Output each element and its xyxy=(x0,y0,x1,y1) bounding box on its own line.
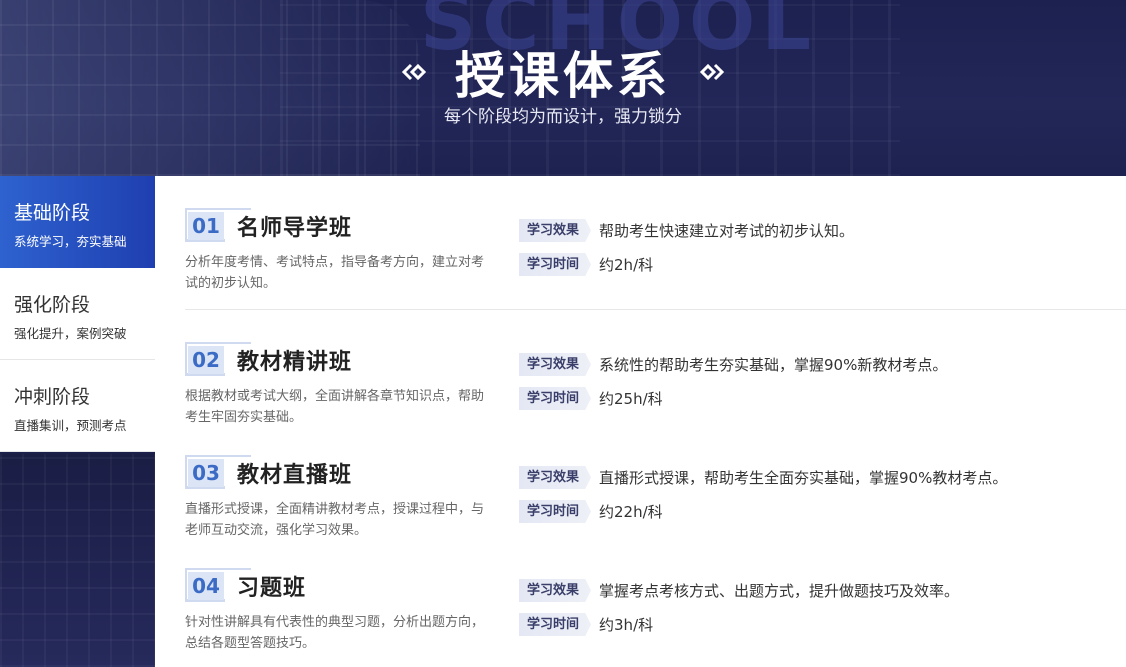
effect-row: 学习效果 直播形式授课，帮助考生全面夯实基础，掌握90%教材考点。 xyxy=(519,466,1007,489)
course-panel: 01 名师导学班 分析年度考情、考试特点，指导备考方向，建立对考试的初步认知。 … xyxy=(155,176,1126,667)
effect-row: 学习效果 帮助考生快速建立对考试的初步认知。 xyxy=(519,219,854,242)
effect-text: 系统性的帮助考生夯实基础，掌握90%新教材考点。 xyxy=(599,356,948,374)
time-text: 约2h/科 xyxy=(599,256,654,274)
time-text: 约3h/科 xyxy=(599,616,654,634)
tab-label: 强化阶段 xyxy=(14,294,91,316)
course-description: 针对性讲解具有代表性的典型习题，分析出题方向，总结各题型答题技巧。 xyxy=(185,615,485,651)
effect-text: 帮助考生快速建立对考试的初步认知。 xyxy=(599,222,855,240)
tab-basic-stage[interactable]: 基础阶段 系统学习，夯实基础 xyxy=(0,176,155,268)
effect-tag: 学习效果 xyxy=(519,219,592,242)
left-diamond-icon xyxy=(401,62,427,82)
course-description: 直播形式授课，全面精讲教材考点，授课过程中，与老师互动交流，强化学习效果。 xyxy=(185,502,485,538)
header-banner: SCHOOL 授课体系 每个阶段均为而设计，强力锁分 xyxy=(0,0,1126,176)
time-text: 约22h/科 xyxy=(599,503,663,521)
time-tag: 学习时间 xyxy=(519,387,592,410)
tab-label: 基础阶段 xyxy=(14,202,91,224)
course-name: 教材直播班 xyxy=(237,463,353,488)
effect-tag: 学习效果 xyxy=(519,353,592,376)
course-number: 03 xyxy=(188,459,224,487)
course-description: 分析年度考情、考试特点，指导备考方向，建立对考试的初步认知。 xyxy=(185,255,485,291)
right-diamond-icon xyxy=(699,62,725,82)
time-text: 约25h/科 xyxy=(599,390,663,408)
course-description: 根据教材或考试大纲，全面讲解各章节知识点，帮助考生牢固夯实基础。 xyxy=(185,389,485,425)
time-row: 学习时间 约25h/科 xyxy=(519,387,663,410)
tab-sublabel: 强化提升，案例突破 xyxy=(14,326,127,341)
course-name: 教材精讲班 xyxy=(237,350,353,375)
course-number: 02 xyxy=(188,346,224,374)
time-tag: 学习时间 xyxy=(519,500,592,523)
time-tag: 学习时间 xyxy=(519,613,592,636)
tab-label: 冲刺阶段 xyxy=(14,386,91,408)
tab-intensive-stage[interactable]: 强化阶段 强化提升，案例突破 xyxy=(0,268,155,360)
time-tag: 学习时间 xyxy=(519,253,592,276)
time-row: 学习时间 约22h/科 xyxy=(519,500,663,523)
effect-row: 学习效果 掌握考点考核方式、出题方式，提升做题技巧及效率。 xyxy=(519,579,959,602)
time-row: 学习时间 约3h/科 xyxy=(519,613,653,636)
course-name: 名师导学班 xyxy=(237,216,353,241)
effect-text: 掌握考点考核方式、出题方式，提升做题技巧及效率。 xyxy=(599,582,960,600)
title-row: 授课体系 xyxy=(0,40,1126,105)
time-row: 学习时间 约2h/科 xyxy=(519,253,653,276)
page-subtitle: 每个阶段均为而设计，强力锁分 xyxy=(444,107,682,127)
stage-tabs: 基础阶段 系统学习，夯实基础 强化阶段 强化提升，案例突破 冲刺阶段 直播集训，… xyxy=(0,176,155,452)
effect-row: 学习效果 系统性的帮助考生夯实基础，掌握90%新教材考点。 xyxy=(519,353,947,376)
left-decorative-background xyxy=(0,454,155,667)
page-title: 授课体系 xyxy=(455,47,671,105)
tab-sublabel: 系统学习，夯实基础 xyxy=(14,234,127,249)
tab-sublabel: 直播集训，预测考点 xyxy=(14,418,127,433)
tab-sprint-stage[interactable]: 冲刺阶段 直播集训，预测考点 xyxy=(0,360,155,452)
course-number: 01 xyxy=(188,212,224,240)
effect-tag: 学习效果 xyxy=(519,579,592,602)
course-number: 04 xyxy=(188,572,224,600)
divider xyxy=(185,309,1126,310)
course-name: 习题班 xyxy=(237,576,307,601)
effect-text: 直播形式授课，帮助考生全面夯实基础，掌握90%教材考点。 xyxy=(599,469,1008,487)
effect-tag: 学习效果 xyxy=(519,466,592,489)
